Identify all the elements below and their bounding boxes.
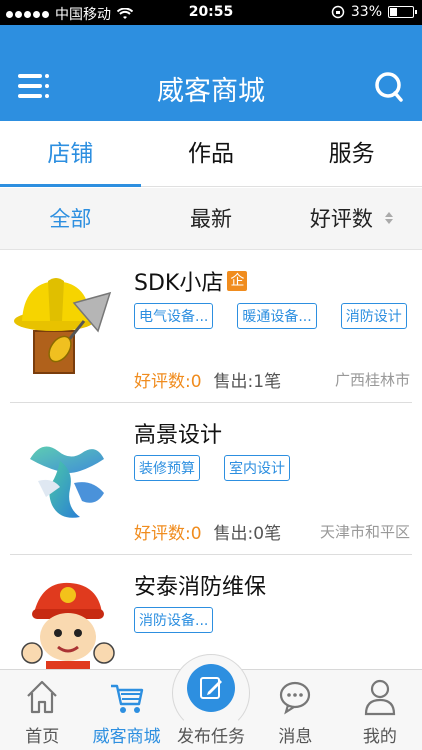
rating-count: 好评数:0 xyxy=(134,524,202,544)
nav-profile[interactable]: 我的 xyxy=(338,670,422,750)
shop-name-text: SDK小店 xyxy=(134,271,224,296)
shop-stats: 好评数:0 售出:1笔 xyxy=(134,367,281,392)
sort-arrows-icon xyxy=(384,212,393,224)
battery-icon xyxy=(388,6,417,18)
sort-newest[interactable]: 最新 xyxy=(141,188,282,249)
shop-name: 安泰消防维保 xyxy=(134,569,266,601)
tab-services[interactable]: 服务 xyxy=(281,121,422,186)
sort-all[interactable]: 全部 xyxy=(0,188,141,249)
shop-tag[interactable]: 消防设备... xyxy=(134,607,214,633)
app-page: 中国移动 20:55 33% 威客商城 店铺 作品 服务 全部 最新 好评数 S… xyxy=(0,0,422,750)
battery-group: 33% xyxy=(331,4,417,20)
cart-icon xyxy=(110,684,143,713)
sort-bar: 全部 最新 好评数 xyxy=(0,188,422,250)
rating-count: 好评数:0 xyxy=(134,372,202,392)
hard-hat-trowel-image xyxy=(14,278,112,374)
list-item[interactable]: 安泰消防维保 消防设备... xyxy=(10,555,412,669)
sort-rating[interactable]: 好评数 xyxy=(281,188,422,249)
list-item[interactable]: 高景设计 装修预算 室内设计 好评数:0 售出:0笔 天津市和平区 xyxy=(10,403,412,555)
edit-icon xyxy=(200,677,223,699)
battery-label: 33% xyxy=(350,4,382,20)
shop-tags: 电气设备... 暖通设备... 消防设计 xyxy=(134,303,407,329)
shop-city: 天津市和平区 xyxy=(319,523,410,541)
category-tabs: 店铺 作品 服务 xyxy=(0,121,422,187)
tab-works[interactable]: 作品 xyxy=(141,121,282,186)
nav-messages[interactable]: 消息 xyxy=(253,670,337,750)
home-icon xyxy=(27,680,57,714)
bottom-nav: 首页 威客商城 发布任务 消息 我的 xyxy=(0,654,422,750)
shop-stats: 好评数:0 售出:0笔 xyxy=(134,519,281,544)
shop-list: SDK小店 企 电气设备... 暖通设备... 消防设计 好评数:0 售出:1笔… xyxy=(0,251,422,669)
firefighter-cartoon-image xyxy=(21,582,115,669)
shop-name: 高景设计 xyxy=(134,417,222,449)
nav-messages-label: 消息 xyxy=(278,727,313,747)
nav-publish[interactable]: 发布任务 xyxy=(169,654,253,750)
shop-tags: 消防设备... xyxy=(134,607,214,633)
app-header: 威客商城 xyxy=(0,25,422,121)
chat-icon xyxy=(280,681,311,715)
list-item[interactable]: SDK小店 企 电气设备... 暖通设备... 消防设计 好评数:0 售出:1笔… xyxy=(10,251,412,403)
abstract-logo-image xyxy=(30,446,104,518)
nav-mall-label: 威客商城 xyxy=(92,727,161,747)
nav-profile-label: 我的 xyxy=(362,727,397,747)
shop-tag[interactable]: 电气设备... xyxy=(134,303,214,329)
sold-count: 售出:0笔 xyxy=(213,524,282,544)
shop-name-text: 高景设计 xyxy=(134,423,223,448)
shop-name-text: 安泰消防维保 xyxy=(134,575,267,600)
shop-tag[interactable]: 消防设计 xyxy=(340,303,407,329)
tab-shops[interactable]: 店铺 xyxy=(0,121,141,187)
shop-tag[interactable]: 室内设计 xyxy=(224,455,290,481)
shop-name: SDK小店 企 xyxy=(134,265,248,297)
page-title: 威客商城 xyxy=(157,76,265,107)
sort-rating-label: 好评数 xyxy=(309,207,373,231)
nav-mall[interactable]: 威客商城 xyxy=(84,670,168,750)
shop-tag[interactable]: 暖通设备... xyxy=(237,303,317,329)
publish-button[interactable] xyxy=(187,664,236,712)
nav-home-label: 首页 xyxy=(25,727,60,747)
search-icon[interactable] xyxy=(374,69,404,103)
battery-fill xyxy=(390,8,397,16)
lock-rotation-icon xyxy=(331,5,345,19)
user-icon xyxy=(364,679,395,716)
status-bar: 中国移动 20:55 33% xyxy=(0,0,422,25)
shop-tag[interactable]: 装修预算 xyxy=(134,455,200,481)
sold-count: 售出:1笔 xyxy=(213,372,282,392)
nav-publish-label: 发布任务 xyxy=(177,727,246,747)
shop-tags: 装修预算 室内设计 xyxy=(134,455,290,481)
shop-city: 广西桂林市 xyxy=(334,371,410,389)
nav-home[interactable]: 首页 xyxy=(0,670,84,750)
enterprise-badge: 企 xyxy=(227,271,248,291)
